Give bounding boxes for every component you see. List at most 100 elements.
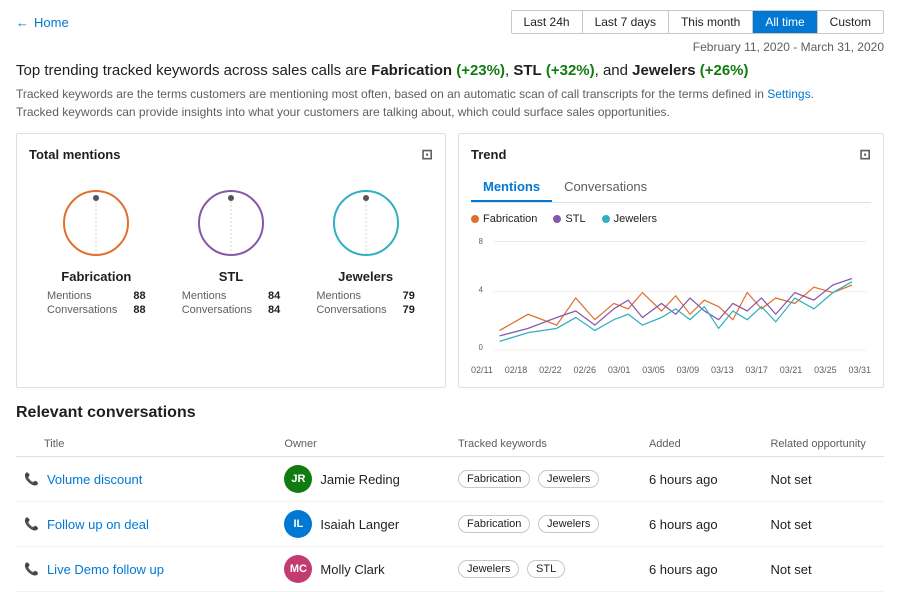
settings-link[interactable]: Settings	[767, 87, 810, 101]
total-mentions-title: Total mentions ⊡	[29, 146, 433, 163]
panels: Total mentions ⊡ Fabrication Mentions88 …	[0, 133, 900, 388]
conversations-section: Relevant conversations Title Owner Track…	[0, 404, 900, 592]
row1-avatar: JR	[284, 465, 312, 493]
keyword-fabrication: Fabrication	[371, 62, 452, 79]
x-label-0218: 02/18	[505, 365, 528, 375]
col-opportunity: Related opportunity	[762, 434, 884, 457]
tab-mentions[interactable]: Mentions	[471, 175, 552, 202]
table-row: 📞 Live Demo follow up MC Molly Clark Jew…	[16, 547, 884, 592]
panel-mentions-icon[interactable]: ⊡	[421, 146, 433, 163]
circle-jewelers-label: Jewelers	[338, 269, 393, 284]
row1-title-cell: 📞 Volume discount	[16, 457, 276, 502]
row1-title[interactable]: Volume discount	[47, 472, 142, 487]
back-button[interactable]: ← Home	[16, 15, 69, 30]
circle-jewelers-stats: Mentions79 Conversations79	[316, 290, 415, 316]
row2-tag-0: Fabrication	[458, 515, 530, 533]
table-header: Title Owner Tracked keywords Added Relat…	[16, 434, 884, 457]
row1-opportunity: Not set	[762, 457, 884, 502]
svg-text:4: 4	[479, 285, 484, 295]
circle-stl-label: STL	[219, 269, 244, 284]
row2-tag-1: Jewelers	[538, 515, 599, 533]
row2-owner-cell: IL Isaiah Langer	[276, 502, 450, 547]
circles-container: Fabrication Mentions88 Conversations88 S…	[29, 175, 433, 328]
table-row: 📞 Follow up on deal IL Isaiah Langer Fab…	[16, 502, 884, 547]
description-line2: Tracked keywords can provide insights in…	[16, 105, 670, 119]
headline: Top trending tracked keywords across sal…	[0, 58, 900, 85]
legend-dot-fabrication	[471, 215, 479, 223]
legend-jewelers: Jewelers	[602, 213, 657, 225]
x-label-0211: 02/11	[471, 365, 493, 375]
col-keywords: Tracked keywords	[450, 434, 641, 457]
keyword-jewelers: Jewelers	[632, 62, 695, 79]
row2-owner-name: Isaiah Langer	[320, 517, 399, 532]
filter-custom[interactable]: Custom	[818, 11, 883, 33]
back-arrow-icon: ←	[16, 15, 29, 30]
filter-last7days[interactable]: Last 7 days	[583, 11, 669, 33]
svg-text:0: 0	[479, 343, 484, 353]
trend-panel-title: Trend ⊡	[471, 146, 871, 163]
row2-title[interactable]: Follow up on deal	[47, 517, 149, 532]
row2-added: 6 hours ago	[641, 502, 763, 547]
row1-keywords-cell: Fabrication Jewelers	[450, 457, 641, 502]
row1-tag-1: Jewelers	[538, 470, 599, 488]
row1-owner-cell: JR Jamie Reding	[276, 457, 450, 502]
circle-stl-stats: Mentions84 Conversations84	[182, 290, 281, 316]
row3-keywords-cell: Jewelers STL	[450, 547, 641, 592]
trend-panel-label: Trend	[471, 147, 506, 162]
row2-avatar: IL	[284, 510, 312, 538]
row3-title[interactable]: Live Demo follow up	[47, 562, 164, 577]
legend-dot-jewelers	[602, 215, 610, 223]
keyword-stl-change: (+32%)	[546, 62, 595, 79]
row3-owner-cell: MC Molly Clark	[276, 547, 450, 592]
row2-opportunity: Not set	[762, 502, 884, 547]
row3-avatar: MC	[284, 555, 312, 583]
description-line1: Tracked keywords are the terms customers…	[16, 87, 814, 101]
phone-icon-row3: 📞	[24, 562, 39, 576]
x-label-0301: 03/01	[608, 365, 631, 375]
legend-label-stl: STL	[565, 213, 585, 225]
trend-panel: Trend ⊡ Mentions Conversations Fabricati…	[458, 133, 884, 388]
x-label-0321: 03/21	[780, 365, 803, 375]
row3-owner-name: Molly Clark	[320, 562, 384, 577]
circle-fabrication-svg	[56, 183, 136, 263]
circle-fabrication-label: Fabrication	[61, 269, 131, 284]
trend-panel-icon[interactable]: ⊡	[859, 146, 871, 163]
row3-title-cell: 📞 Live Demo follow up	[16, 547, 276, 592]
circle-jewelers-svg	[326, 183, 406, 263]
legend-label-jewelers: Jewelers	[614, 213, 657, 225]
row3-tag-0: Jewelers	[458, 560, 519, 578]
table-body: 📞 Volume discount JR Jamie Reding Fabric…	[16, 457, 884, 592]
filter-alltime[interactable]: All time	[753, 11, 817, 33]
col-owner: Owner	[276, 434, 450, 457]
circle-jewelers: Jewelers Mentions79 Conversations79	[316, 183, 415, 316]
tab-conversations[interactable]: Conversations	[552, 175, 659, 202]
conversations-title: Relevant conversations	[16, 404, 884, 422]
table-row: 📞 Volume discount JR Jamie Reding Fabric…	[16, 457, 884, 502]
row3-opportunity: Not set	[762, 547, 884, 592]
back-label: Home	[34, 15, 69, 30]
total-mentions-panel: Total mentions ⊡ Fabrication Mentions88 …	[16, 133, 446, 388]
legend-dot-stl	[553, 215, 561, 223]
keyword-fabrication-change: (+23%)	[456, 62, 505, 79]
x-label-0331: 03/31	[848, 365, 871, 375]
col-added: Added	[641, 434, 763, 457]
x-axis-labels: 02/11 02/18 02/22 02/26 03/01 03/05 03/0…	[471, 363, 871, 375]
phone-icon-row2: 📞	[24, 517, 39, 531]
time-filter-group: Last 24h Last 7 days This month All time…	[511, 10, 884, 34]
legend-fabrication: Fabrication	[471, 213, 537, 225]
x-label-0305: 03/05	[642, 365, 665, 375]
phone-icon-row1: 📞	[24, 472, 39, 486]
legend-label-fabrication: Fabrication	[483, 213, 537, 225]
x-label-0222: 02/22	[539, 365, 562, 375]
filter-last24h[interactable]: Last 24h	[512, 11, 583, 33]
x-label-0325: 03/25	[814, 365, 837, 375]
trend-chart: 8 4 0	[471, 233, 871, 363]
filter-thismonth[interactable]: This month	[669, 11, 753, 33]
description: Tracked keywords are the terms customers…	[0, 85, 900, 133]
x-label-0313: 03/13	[711, 365, 734, 375]
keyword-stl: STL	[513, 62, 541, 79]
trend-tabs: Mentions Conversations	[471, 175, 871, 203]
row2-keywords-cell: Fabrication Jewelers	[450, 502, 641, 547]
header: ← Home Last 24h Last 7 days This month A…	[0, 0, 900, 40]
x-label-0309: 03/09	[677, 365, 700, 375]
